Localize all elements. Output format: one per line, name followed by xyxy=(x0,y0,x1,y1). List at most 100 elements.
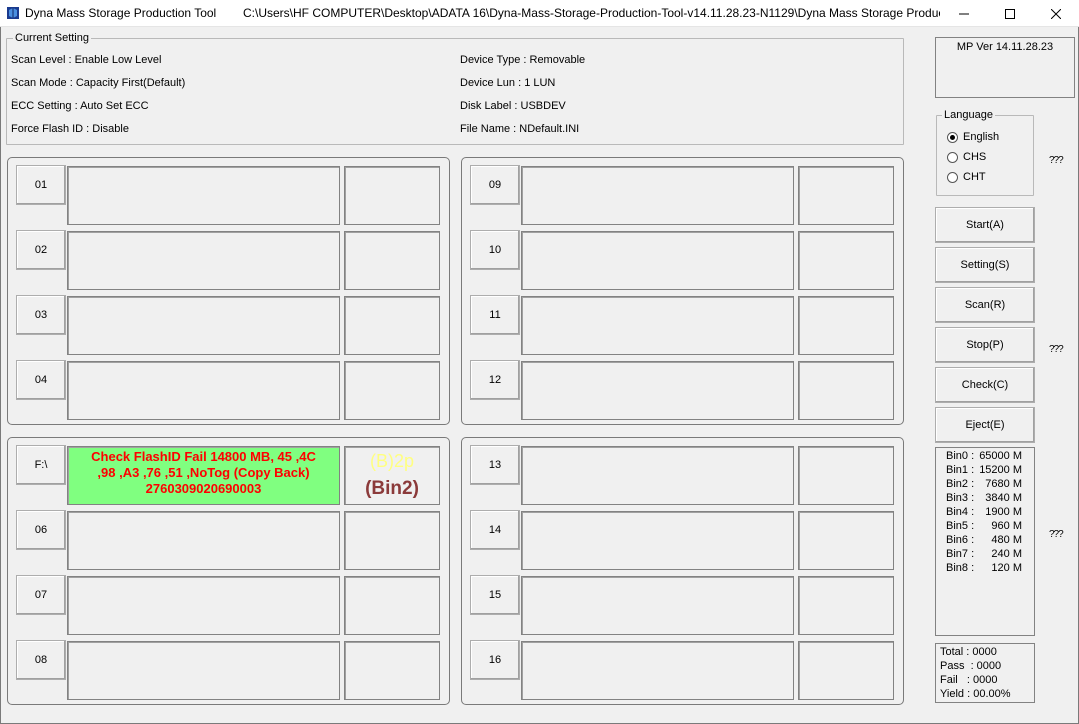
port-button-11[interactable]: 11 xyxy=(470,295,520,335)
language-option-english[interactable]: English xyxy=(947,131,999,143)
port-bin-14 xyxy=(798,511,894,570)
bin-row: Bin6 : 480 M xyxy=(936,534,1034,548)
port-status-15 xyxy=(521,576,794,635)
check-button[interactable]: Check(C) xyxy=(935,367,1035,403)
language-option-label: English xyxy=(963,131,1000,143)
bin-row: Bin3 : 3840 M xyxy=(936,492,1034,506)
language-group: Language English CHS CHT xyxy=(936,109,1034,196)
ecc-setting-text: ECC Setting : Auto Set ECC xyxy=(11,100,149,112)
port-button-05[interactable]: F:\ xyxy=(16,445,66,485)
stats-box: Total : 0000 Pass : 0000 Fail : 0000 Yie… xyxy=(935,643,1035,703)
bin-name-label: (Bin2) xyxy=(365,478,419,499)
port-status-05: Check FlashID Fail 14800 MB, 45 ,4C ,98 … xyxy=(67,446,340,505)
close-button[interactable] xyxy=(1033,0,1079,27)
port-bin-03 xyxy=(344,296,440,355)
port-status-13 xyxy=(521,446,794,505)
minimize-icon xyxy=(959,13,969,14)
port-button-01[interactable]: 01 xyxy=(16,165,66,205)
language-title: Language xyxy=(942,109,995,121)
port-button-02[interactable]: 02 xyxy=(16,230,66,270)
port-status-09 xyxy=(521,166,794,225)
stop-button[interactable]: Stop(P) xyxy=(935,327,1035,363)
port-bin-16 xyxy=(798,641,894,700)
unknown-text-2: ??? xyxy=(1049,344,1064,355)
port-button-13[interactable]: 13 xyxy=(470,445,520,485)
flash-check-line-3: 2760309020690003 xyxy=(145,481,262,496)
minimize-button[interactable] xyxy=(941,0,987,27)
setting-button[interactable]: Setting(S) xyxy=(935,247,1035,283)
port-bin-04 xyxy=(344,361,440,420)
fail-count: Fail : 0000 xyxy=(940,674,998,686)
bin-name: Bin6 : xyxy=(946,534,975,546)
file-name-text: File Name : NDefault.INI xyxy=(460,123,580,135)
port-status-04 xyxy=(67,361,340,420)
total-count: Total : 0000 xyxy=(940,646,997,658)
port-button-06[interactable]: 06 xyxy=(16,510,66,550)
radio-unchecked-icon[interactable] xyxy=(947,171,958,183)
bin-row: Bin5 : 960 M xyxy=(936,520,1034,534)
eject-button[interactable]: Eject(E) xyxy=(935,407,1035,443)
app-icon xyxy=(7,7,19,19)
port-button-04[interactable]: 04 xyxy=(16,360,66,400)
port-button-08[interactable]: 08 xyxy=(16,640,66,680)
port-bin-08 xyxy=(344,641,440,700)
port-status-07 xyxy=(67,576,340,635)
flash-check-line-2: ,98 ,A3 ,76 ,51 ,NoTog (Copy Back) xyxy=(97,465,310,480)
port-status-03 xyxy=(67,296,340,355)
port-button-15[interactable]: 15 xyxy=(470,575,520,615)
bin-row: Bin2 : 7680 M xyxy=(936,478,1034,492)
bin-row: Bin4 : 1900 M xyxy=(936,506,1034,520)
port-button-03[interactable]: 03 xyxy=(16,295,66,335)
port-button-07[interactable]: 07 xyxy=(16,575,66,615)
version-label: MP Ver 14.11.28.23 xyxy=(956,41,1054,53)
maximize-icon xyxy=(1005,8,1015,19)
start-button[interactable]: Start(A) xyxy=(935,207,1035,243)
bin-value: 15200 M xyxy=(979,464,1022,476)
port-status-10 xyxy=(521,231,794,290)
radio-unchecked-icon[interactable] xyxy=(947,151,958,163)
bin-name: Bin1 : xyxy=(946,464,975,476)
window-title: Dyna Mass Storage Production Tool xyxy=(25,6,217,20)
port-button-10[interactable]: 10 xyxy=(470,230,520,270)
maximize-button[interactable] xyxy=(987,0,1033,27)
port-bin-07 xyxy=(344,576,440,635)
bin-value: 7680 M xyxy=(985,478,1022,490)
scan-button[interactable]: Scan(R) xyxy=(935,287,1035,323)
unknown-text-3: ??? xyxy=(1049,529,1064,540)
bin-name: Bin2 : xyxy=(946,478,975,490)
device-type-text: Device Type : Removable xyxy=(460,54,586,66)
port-button-14[interactable]: 14 xyxy=(470,510,520,550)
bin-value: 120 M xyxy=(991,562,1022,574)
scan-mode-text: Scan Mode : Capacity First(Default) xyxy=(11,77,186,89)
port-bin-01 xyxy=(344,166,440,225)
disk-label-text: Disk Label : USBDEV xyxy=(460,100,566,112)
port-button-16[interactable]: 16 xyxy=(470,640,520,680)
bin-name: Bin3 : xyxy=(946,492,975,504)
bin-capacity-list: Bin0 : 65000 M Bin1 : 15200 M Bin2 : 7680 M… xyxy=(935,447,1035,636)
close-icon xyxy=(1051,8,1061,19)
unknown-text-1: ??? xyxy=(1049,155,1064,166)
bin-value: 480 M xyxy=(991,534,1022,546)
port-bin-15 xyxy=(798,576,894,635)
port-button-09[interactable]: 09 xyxy=(470,165,520,205)
port-bin-02 xyxy=(344,231,440,290)
port-button-12[interactable]: 12 xyxy=(470,360,520,400)
port-status-06 xyxy=(67,511,340,570)
device-lun-text: Device Lun : 1 LUN xyxy=(460,77,556,89)
bin-row: Bin1 : 15200 M xyxy=(936,464,1034,478)
language-option-cht[interactable]: CHT xyxy=(947,171,986,183)
bin-value: 3840 M xyxy=(985,492,1022,504)
port-bin-10 xyxy=(798,231,894,290)
force-flash-id-text: Force Flash ID : Disable xyxy=(11,123,129,135)
port-bin-09 xyxy=(798,166,894,225)
port-bin-11 xyxy=(798,296,894,355)
language-option-chs[interactable]: CHS xyxy=(947,151,986,163)
bin-row: Bin8 : 120 M xyxy=(936,562,1034,576)
port-status-12 xyxy=(521,361,794,420)
current-setting-title: Current Setting xyxy=(13,32,91,44)
port-status-14 xyxy=(521,511,794,570)
bin-row: Bin7 : 240 M xyxy=(936,548,1034,562)
port-bin-06 xyxy=(344,511,440,570)
title-bar[interactable]: Dyna Mass Storage Production Tool C:\Use… xyxy=(0,0,1079,27)
radio-checked-icon[interactable] xyxy=(947,131,958,143)
